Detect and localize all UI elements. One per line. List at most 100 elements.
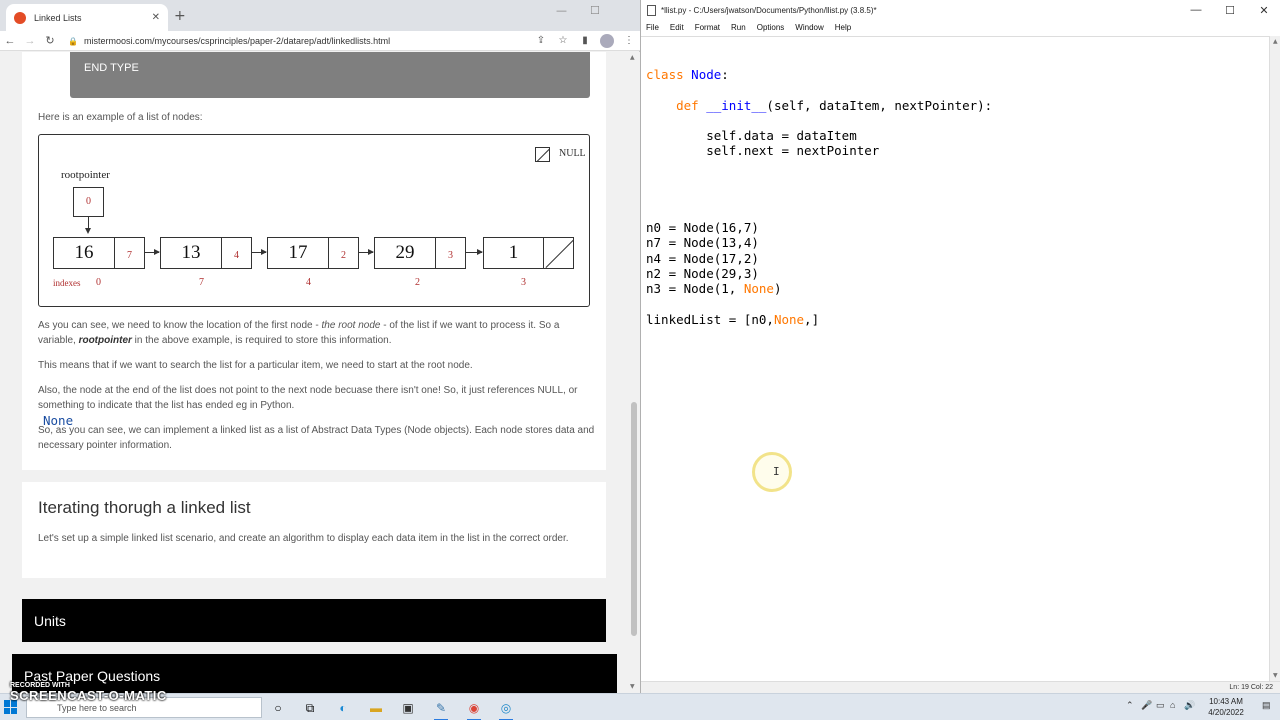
menu-format[interactable]: Format xyxy=(695,23,720,32)
url-text: mistermoosi.com/mycourses/csprinciples/p… xyxy=(83,35,391,46)
text-run: in the above example, is required to sto… xyxy=(131,335,392,346)
volume-icon[interactable]: 🔊 xyxy=(1184,700,1195,711)
scrollbar-thumb[interactable] xyxy=(631,402,637,636)
menu-options[interactable]: Options xyxy=(757,23,785,32)
class-name: Node xyxy=(683,67,722,82)
recording-watermark: RECORDED WITH SCREENCAST-O-MATIC xyxy=(10,682,167,703)
cursor-position: Ln: 19 Col: 22 xyxy=(1229,684,1273,691)
node-pointer: 3 xyxy=(448,249,453,261)
menu-window[interactable]: Window xyxy=(795,23,823,32)
text-run: As you can see, we need to know the loca… xyxy=(38,320,322,331)
units-nav-button[interactable]: Units xyxy=(22,599,606,642)
paragraph-adt: So, as you can see, we can implement a l… xyxy=(38,425,595,451)
indexes-label: indexes xyxy=(53,278,81,288)
section-text: Let's set up a simple linked list scenar… xyxy=(38,533,569,544)
scroll-down-icon[interactable]: ▼ xyxy=(630,683,635,690)
menu-run[interactable]: Run xyxy=(731,23,746,32)
taskbar-clock[interactable]: 10:43 AM 4/20/2022 xyxy=(1196,696,1256,718)
code-editor[interactable]: class Node: def __init__(self, dataItem,… xyxy=(641,36,1269,681)
new-tab-button[interactable]: + xyxy=(174,8,186,24)
code-token: linkedList = [n0, xyxy=(646,311,774,327)
node-index: 7 xyxy=(199,277,204,288)
page-scrollbar[interactable]: ▲ ▼ xyxy=(628,52,640,693)
forward-arrow-icon[interactable]: → xyxy=(20,35,40,47)
idle-close-button[interactable]: ✕ xyxy=(1247,4,1280,17)
cortana-icon[interactable]: ○ xyxy=(268,698,288,718)
store-icon[interactable]: ▣ xyxy=(398,698,418,718)
intro-text: Here is an example of a list of nodes: xyxy=(38,112,203,123)
profile-avatar[interactable] xyxy=(600,33,614,48)
editor-scrollbar[interactable]: ▲ ▼ xyxy=(1269,36,1280,681)
reload-icon[interactable]: ↻ xyxy=(40,34,60,47)
node-1: 13 4 xyxy=(160,237,252,269)
chrome-icon[interactable]: ◉ xyxy=(464,698,484,720)
node-3: 29 3 xyxy=(374,237,466,269)
section-heading: Iterating thorugh a linked list xyxy=(38,498,251,517)
browser-toolbar: ← → ↻ 🔒 mistermoosi.com/mycourses/csprinc… xyxy=(0,31,640,51)
tab-close-icon[interactable]: ✕ xyxy=(152,12,160,23)
microphone-icon[interactable]: 🎤 xyxy=(1141,700,1152,711)
idle-title: *llist.py - C:/Users/jwatson/Documents/P… xyxy=(661,5,877,15)
code-text: class Node: def __init__(self, dataItem,… xyxy=(646,67,992,327)
link-arrow xyxy=(359,249,374,255)
paragraph-null-end: Also, the node at the end of the list do… xyxy=(38,383,598,428)
mouse-highlight-ring xyxy=(752,452,792,492)
share-icon[interactable]: ⇪ xyxy=(530,35,552,46)
root-pointer-label: rootpointer xyxy=(61,169,110,181)
code-token: : xyxy=(721,67,729,82)
clock-date: 4/20/2022 xyxy=(1208,708,1244,717)
back-arrow-icon[interactable]: ← xyxy=(0,35,20,47)
idle-maximize-button[interactable]: ☐ xyxy=(1213,4,1247,17)
end-type-block: END TYPE xyxy=(70,52,590,98)
menu-file[interactable]: File xyxy=(646,23,659,32)
tab-strip: Linked Lists ✕ + — ☐ xyxy=(0,0,640,31)
python-file-icon xyxy=(647,4,656,16)
idle-editor-window: *llist.py - C:/Users/jwatson/Documents/P… xyxy=(640,0,1280,693)
text-run: Also, the node at the end of the list do… xyxy=(38,385,578,411)
notifications-icon[interactable]: ▤ xyxy=(1262,700,1271,711)
idle-statusbar: Ln: 19 Col: 22 xyxy=(641,681,1280,693)
tab-linked-lists[interactable]: Linked Lists ✕ xyxy=(6,4,168,31)
function-name: __init__ xyxy=(698,97,767,113)
menu-help[interactable]: Help xyxy=(835,23,851,32)
screencast-taskbar-icon[interactable]: ◎ xyxy=(496,698,516,720)
null-symbol-icon xyxy=(535,147,550,162)
code-line: n3 = Node(1, None) xyxy=(646,281,781,296)
keyword: None xyxy=(743,281,774,297)
menu-dots-icon[interactable]: ⋮ xyxy=(618,35,640,46)
code-token: n3 = Node(1, xyxy=(646,281,744,297)
section-card: Iterating thorugh a linked list Let's se… xyxy=(22,482,606,578)
null-pointer-icon xyxy=(544,238,573,268)
idle-titlebar: *llist.py - C:/Users/jwatson/Documents/P… xyxy=(641,0,1280,20)
scroll-down-icon[interactable]: ▼ xyxy=(1273,672,1278,679)
network-icon[interactable]: ⌂ xyxy=(1170,700,1175,710)
sidebar-icon[interactable]: ▮ xyxy=(574,35,596,46)
browser-maximize-button[interactable]: ☐ xyxy=(590,4,600,17)
idle-minimize-button[interactable]: — xyxy=(1179,4,1213,16)
menu-edit[interactable]: Edit xyxy=(670,23,684,32)
address-bar[interactable]: 🔒 mistermoosi.com/mycourses/csprinciples/… xyxy=(60,36,530,46)
idle-taskbar-icon[interactable]: ✎ xyxy=(431,698,451,720)
browser-minimize-button[interactable]: — xyxy=(556,4,567,17)
keyword: def xyxy=(676,97,699,113)
task-view-icon[interactable]: ⧉ xyxy=(300,698,320,718)
file-explorer-icon[interactable]: ▬ xyxy=(366,698,386,718)
code-line: self.next = nextPointer xyxy=(646,143,880,159)
keyword: class xyxy=(646,67,684,82)
bookmark-star-icon[interactable]: ☆ xyxy=(552,35,574,46)
node-value: 16 xyxy=(54,238,115,268)
scroll-up-icon[interactable]: ▲ xyxy=(630,54,635,61)
clock-time: 10:43 AM xyxy=(1209,697,1243,706)
code-token: ) xyxy=(773,281,782,297)
scroll-up-icon[interactable]: ▲ xyxy=(1273,38,1278,45)
text-run: the root node xyxy=(321,320,381,331)
node-pointer: 7 xyxy=(127,249,132,261)
edge-browser-icon[interactable]: ◐ xyxy=(333,698,353,718)
code-line: n2 = Node(29,3) xyxy=(646,265,759,281)
page-content: END TYPE Here is an example of a list of… xyxy=(0,52,628,693)
battery-icon[interactable]: ▭ xyxy=(1156,700,1165,711)
tray-chevron-icon[interactable]: ⌃ xyxy=(1126,700,1134,711)
linked-list-diagram: NULL rootpointer 0 16 7 13 4 17 2 29 3 1… xyxy=(38,134,590,307)
code-line: n0 = Node(16,7) xyxy=(646,219,759,235)
watermark-brand: SCREENCAST-O-MATIC xyxy=(10,688,167,703)
